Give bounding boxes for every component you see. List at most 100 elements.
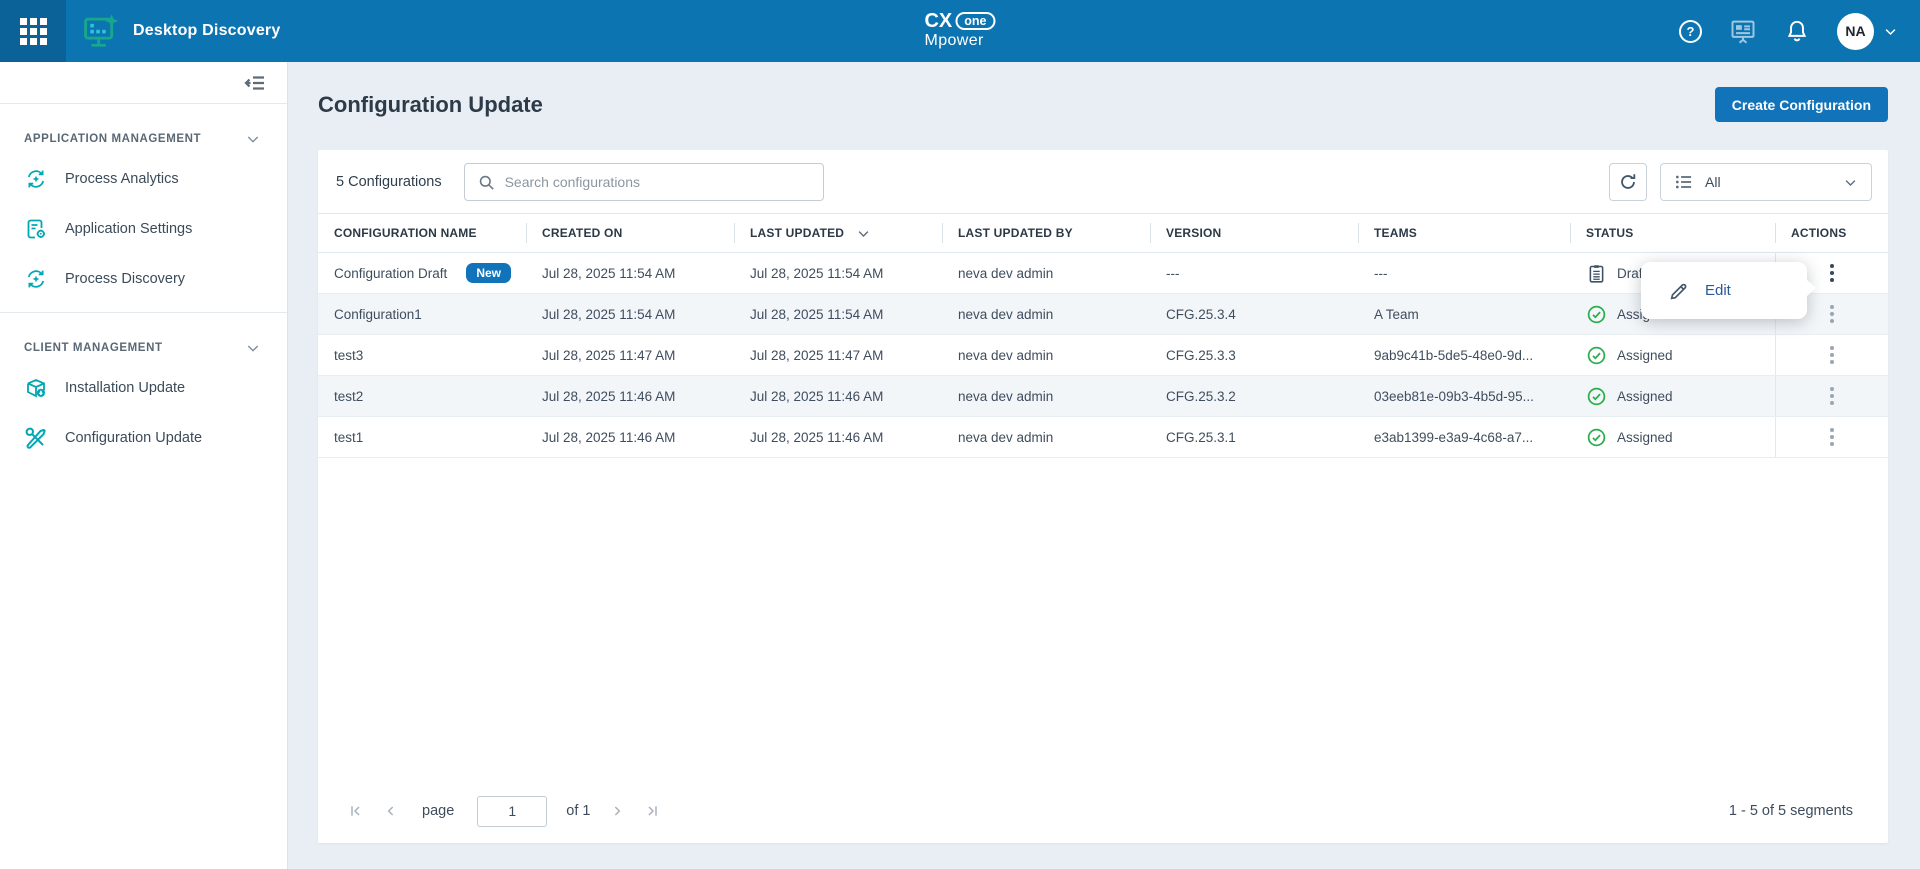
section-label: CLIENT MANAGEMENT: [24, 342, 163, 354]
sidebar-item-configuration-update[interactable]: Configuration Update: [0, 413, 287, 463]
assigned-status-icon: [1586, 304, 1607, 325]
column-label: TEAMS: [1374, 226, 1417, 240]
sidebar-item-label: Process Analytics: [65, 171, 179, 187]
configuration-name: Configuration1: [334, 307, 422, 322]
collapse-sidebar-button[interactable]: [243, 71, 267, 95]
app-grid-icon: [20, 18, 47, 45]
column-label: VERSION: [1166, 226, 1221, 240]
configuration-name-cell: test1: [318, 417, 526, 457]
column-label: STATUS: [1586, 226, 1633, 240]
status-cell: Assigned: [1570, 417, 1775, 457]
logo-cx-text: CX: [924, 11, 952, 31]
sort-descending-icon[interactable]: [856, 226, 871, 241]
search-input[interactable]: [505, 174, 811, 190]
pagination-bar: page of 1 1 - 5 of 5 segments: [318, 789, 1888, 833]
new-badge: New: [466, 263, 511, 283]
row-actions-kebab-icon[interactable]: [1822, 301, 1842, 327]
last-updated-cell: Jul 28, 2025 11:54 AM: [734, 294, 942, 334]
table-row: test3Jul 28, 2025 11:47 AMJul 28, 2025 1…: [318, 335, 1888, 376]
app-identity: Desktop Discovery: [82, 13, 280, 49]
column-header-actions: ACTIONS: [1775, 214, 1888, 252]
sidebar-section-application-management[interactable]: APPLICATION MANAGEMENT: [0, 131, 287, 147]
list-filter-icon: [1674, 172, 1694, 192]
table-row: test2Jul 28, 2025 11:46 AMJul 28, 2025 1…: [318, 376, 1888, 417]
column-header-created-on[interactable]: CREATED ON: [526, 214, 734, 252]
actions-cell: [1775, 376, 1888, 416]
teams-cell: e3ab1399-e3a9-4c68-a7...: [1358, 417, 1570, 457]
assigned-status-icon: [1586, 386, 1607, 407]
row-actions-menu: Edit: [1641, 262, 1807, 319]
logo-one-bubble: one: [955, 12, 995, 31]
dropdown-chevron-icon: [1843, 175, 1858, 190]
logo-mpower-text: Mpower: [924, 33, 995, 49]
status-label: Assigned: [1617, 430, 1673, 445]
row-actions-kebab-icon[interactable]: [1822, 342, 1842, 368]
previous-page-button[interactable]: [383, 803, 399, 819]
row-actions-kebab-icon[interactable]: [1822, 260, 1842, 286]
configuration-update-icon: [24, 426, 48, 450]
last-updated-cell: Jul 28, 2025 11:46 AM: [734, 376, 942, 416]
assigned-status-icon: [1586, 345, 1607, 366]
sidebar-item-installation-update[interactable]: Installation Update: [0, 363, 287, 413]
column-header-last-updated-by[interactable]: LAST UPDATED BY: [942, 214, 1150, 252]
assigned-status-icon: [1586, 427, 1607, 448]
sidebar-item-process-discovery[interactable]: Process Discovery: [0, 254, 287, 304]
refresh-button[interactable]: [1609, 163, 1647, 201]
user-menu-chevron-icon: [1883, 24, 1898, 39]
desktop-discovery-app-icon: [82, 13, 120, 49]
presentation-icon[interactable]: [1729, 17, 1757, 45]
sidebar-item-label: Process Discovery: [65, 271, 185, 287]
edit-menu-item[interactable]: Edit: [1641, 262, 1807, 319]
chevron-down-icon: [245, 131, 261, 147]
configuration-name: test1: [334, 430, 363, 445]
column-header-teams[interactable]: TEAMS: [1358, 214, 1570, 252]
next-page-button[interactable]: [609, 803, 625, 819]
last-page-button[interactable]: [644, 803, 660, 819]
sidebar-section-client-management[interactable]: CLIENT MANAGEMENT: [0, 340, 287, 356]
configuration-name: test3: [334, 348, 363, 363]
search-icon: [477, 173, 496, 192]
help-icon[interactable]: ?: [1679, 20, 1702, 43]
app-launcher-button[interactable]: [0, 0, 66, 62]
notifications-bell-icon[interactable]: [1784, 18, 1810, 44]
sidebar-item-application-settings[interactable]: Application Settings: [0, 204, 287, 254]
page-label: page: [422, 803, 454, 819]
column-label: CREATED ON: [542, 226, 622, 240]
column-label: LAST UPDATED: [750, 226, 844, 240]
table-header: CONFIGURATION NAME CREATED ON LAST UPDATED…: [318, 213, 1888, 253]
app-title: Desktop Discovery: [133, 22, 280, 40]
teams-cell: 9ab9c41b-5de5-48e0-9d...: [1358, 335, 1570, 375]
created-on-cell: Jul 28, 2025 11:46 AM: [526, 417, 734, 457]
column-header-last-updated[interactable]: LAST UPDATED: [734, 214, 942, 252]
column-header-version[interactable]: VERSION: [1150, 214, 1358, 252]
last-updated-cell: Jul 28, 2025 11:46 AM: [734, 417, 942, 457]
row-actions-kebab-icon[interactable]: [1822, 383, 1842, 409]
column-header-status[interactable]: STATUS: [1570, 214, 1775, 252]
version-cell: CFG.25.3.4: [1150, 294, 1358, 334]
edit-menu-label: Edit: [1705, 282, 1731, 299]
page-number-input[interactable]: [477, 796, 547, 827]
configuration-name-cell: Configuration1: [318, 294, 526, 334]
create-configuration-button[interactable]: Create Configuration: [1715, 87, 1888, 122]
search-box: [464, 163, 824, 201]
created-on-cell: Jul 28, 2025 11:47 AM: [526, 335, 734, 375]
sidebar-item-process-analytics[interactable]: Process Analytics: [0, 154, 287, 204]
created-on-cell: Jul 28, 2025 11:46 AM: [526, 376, 734, 416]
column-label: CONFIGURATION NAME: [334, 226, 477, 240]
row-actions-kebab-icon[interactable]: [1822, 424, 1842, 450]
teams-cell: A Team: [1358, 294, 1570, 334]
status-filter-dropdown[interactable]: All: [1660, 163, 1872, 201]
process-analytics-icon: [24, 167, 48, 191]
user-menu[interactable]: NA: [1837, 13, 1898, 50]
last-updated-by-cell: neva dev admin: [942, 376, 1150, 416]
first-page-button[interactable]: [348, 803, 364, 819]
teams-cell: 03eeb81e-09b3-4b5d-95...: [1358, 376, 1570, 416]
sidebar-item-label: Installation Update: [65, 380, 185, 396]
edit-pencil-icon: [1668, 280, 1690, 302]
topbar-actions: ? NA: [1679, 13, 1898, 50]
column-header-configuration-name[interactable]: CONFIGURATION NAME: [318, 214, 526, 252]
results-range-label: 1 - 5 of 5 segments: [1729, 803, 1853, 819]
main-content: Configuration Update Create Configuratio…: [288, 62, 1920, 869]
refresh-icon: [1617, 171, 1639, 193]
actions-cell: [1775, 335, 1888, 375]
